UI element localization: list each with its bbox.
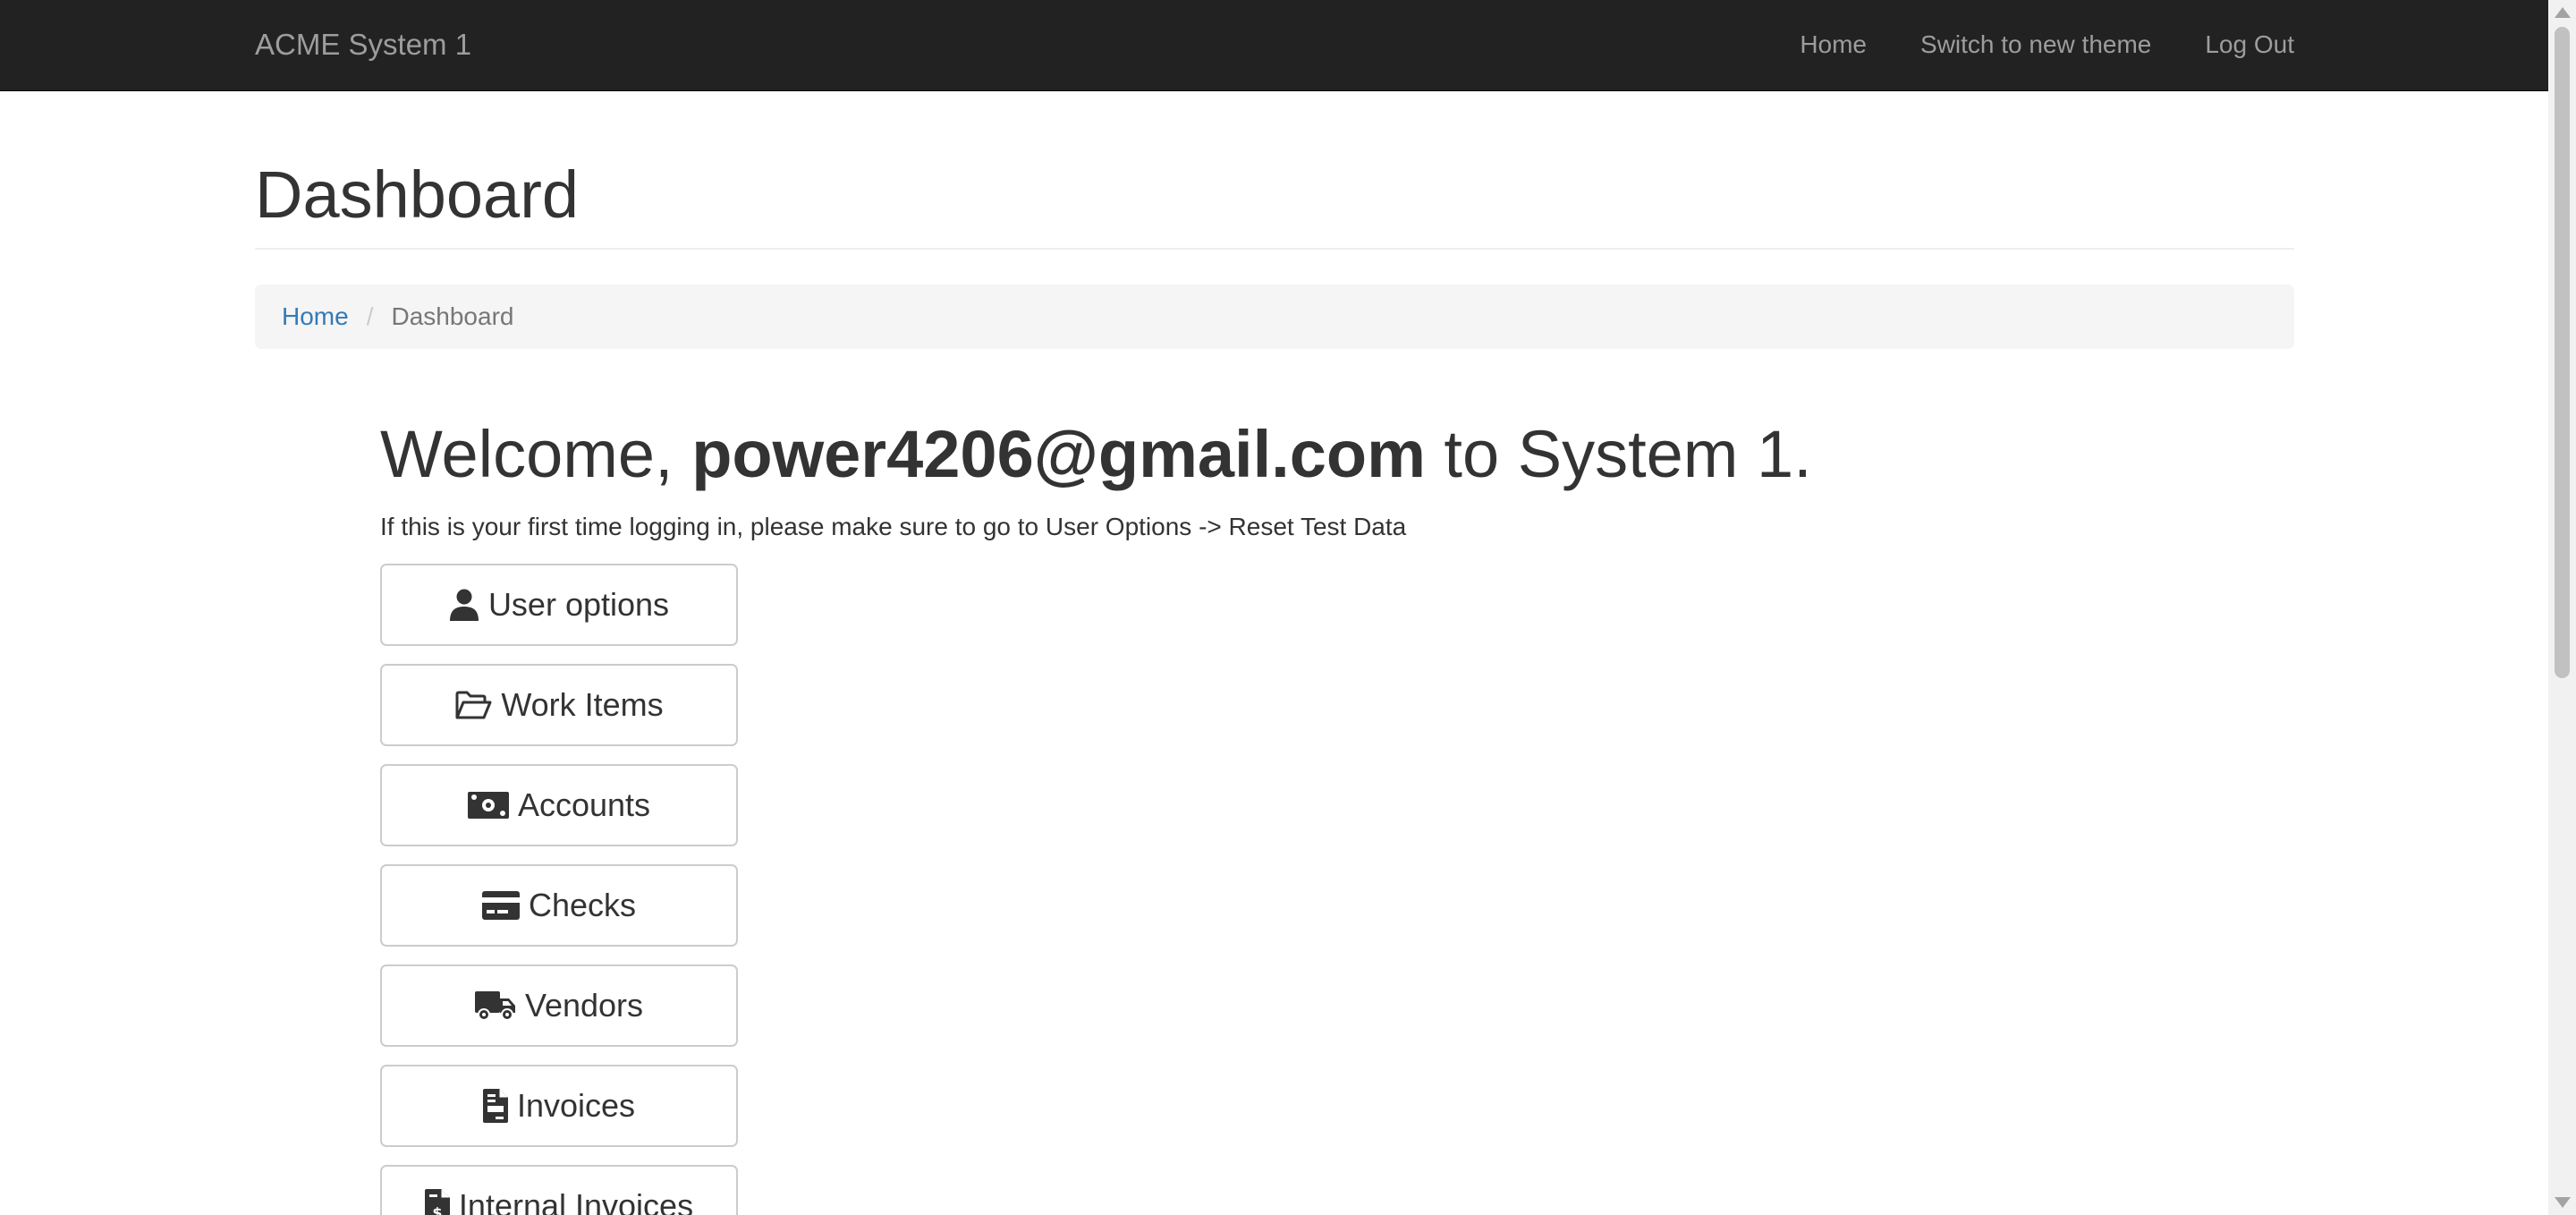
scroll-down-arrow-icon[interactable] [2555, 1197, 2571, 1208]
vendors-label: Vendors [524, 987, 644, 1024]
user-options-button[interactable]: User options [380, 564, 738, 646]
breadcrumb-current: Dashboard [391, 302, 514, 330]
top-navbar: ACME System 1 Home Switch to new theme L… [0, 0, 2548, 91]
user-options-label: User options [487, 586, 670, 623]
internal-invoices-button[interactable]: $ Internal Invoices [380, 1165, 738, 1215]
checks-label: Checks [528, 887, 637, 923]
breadcrumb-home-link[interactable]: Home [282, 302, 349, 331]
money-bill-icon [467, 792, 509, 819]
first-login-hint: If this is your first time logging in, p… [380, 513, 1407, 540]
vendors-button[interactable]: Vendors [380, 964, 738, 1047]
work-items-button[interactable]: Work Items [380, 664, 738, 746]
accounts-button[interactable]: Accounts [380, 764, 738, 846]
file-invoice-icon [482, 1089, 508, 1123]
nav-switch-theme-link[interactable]: Switch to new theme [1920, 0, 2151, 89]
page-title: Dashboard [255, 157, 580, 232]
internal-invoices-label: Internal Invoices [458, 1187, 694, 1215]
brand-link[interactable]: ACME System 1 [255, 0, 471, 89]
user-icon [449, 589, 479, 621]
invoices-label: Invoices [516, 1087, 636, 1124]
title-divider [255, 248, 2294, 250]
work-items-label: Work Items [501, 686, 664, 723]
file-invoice-dollar-icon: $ [424, 1189, 450, 1215]
vertical-scrollbar[interactable] [2548, 0, 2576, 1215]
nav-links: Home Switch to new theme Log Out [1746, 0, 2294, 89]
breadcrumb-separator: / [366, 302, 374, 330]
folder-open-icon [454, 690, 492, 720]
nav-logout-link[interactable]: Log Out [2205, 0, 2294, 89]
scroll-up-arrow-icon[interactable] [2555, 7, 2571, 18]
invoices-button[interactable]: Invoices [380, 1065, 738, 1147]
accounts-label: Accounts [517, 786, 651, 823]
checks-button[interactable]: Checks [380, 864, 738, 947]
breadcrumb: Home / Dashboard [255, 285, 2294, 349]
welcome-email: power4206@gmail.com [691, 417, 1426, 491]
welcome-suffix: to System 1. [1425, 417, 1812, 491]
nav-home-link[interactable]: Home [1800, 0, 1867, 89]
welcome-heading: Welcome, power4206@gmail.com to System 1… [380, 416, 1812, 492]
scroll-thumb[interactable] [2555, 27, 2570, 678]
credit-card-icon [481, 891, 520, 920]
welcome-prefix: Welcome, [380, 417, 692, 491]
svg-text:$: $ [432, 1204, 442, 1215]
truck-icon [474, 990, 516, 1022]
